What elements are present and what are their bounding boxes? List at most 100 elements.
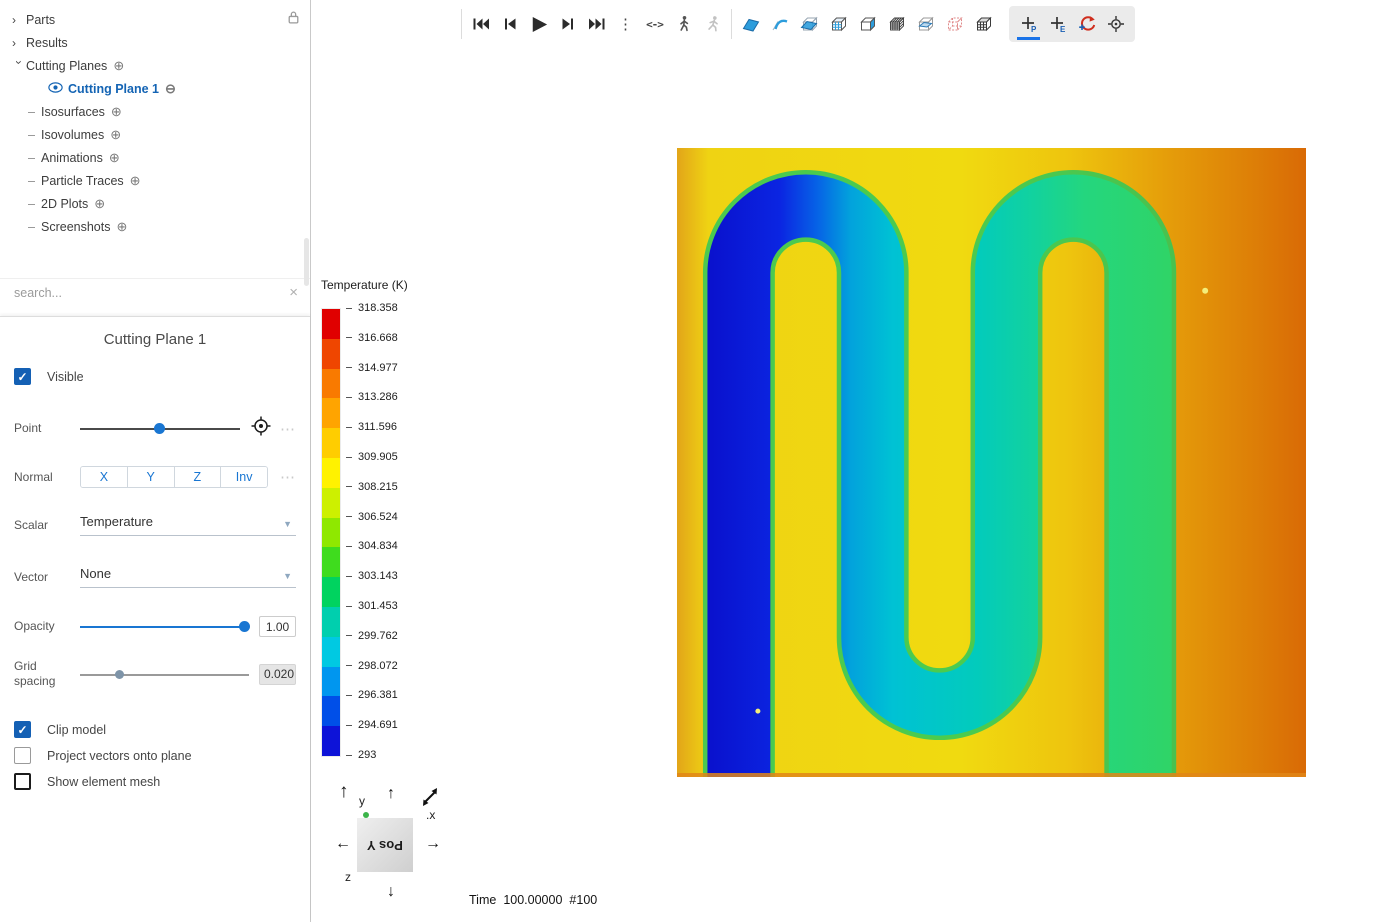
add-circle-icon[interactable]: ⊕ <box>113 58 124 74</box>
tree-item-isovolumes[interactable]: Isovolumes ⊕ <box>12 127 302 143</box>
add-circle-icon[interactable]: ⊕ <box>94 196 105 212</box>
tree-item-results[interactable]: › Results <box>12 35 302 51</box>
tree-item-label: 2D Plots <box>41 197 89 211</box>
lock-icon[interactable] <box>287 10 300 30</box>
tree-scrollbar[interactable] <box>304 238 309 286</box>
clip-model-checkbox[interactable]: ✓ <box>14 721 31 738</box>
project-vectors-checkbox[interactable] <box>14 747 31 764</box>
search-input[interactable] <box>12 284 284 301</box>
tree-item-isosurfaces[interactable]: Isosurfaces ⊕ <box>12 104 302 120</box>
tree-item-particle-traces[interactable]: Particle Traces ⊕ <box>12 173 302 189</box>
scalar-dropdown[interactable]: Temperature ▼ <box>80 514 296 536</box>
add-circle-icon[interactable]: ⊕ <box>116 219 127 235</box>
visibility-eye-icon[interactable] <box>48 82 63 96</box>
visible-checkbox[interactable]: ✓ <box>14 368 31 385</box>
render-view[interactable] <box>677 148 1306 777</box>
tree-item-2d-plots[interactable]: 2D Plots ⊕ <box>12 196 302 212</box>
scalar-label: Scalar <box>14 517 49 532</box>
add-circle-icon[interactable]: ⊕ <box>130 173 141 189</box>
clip-plane-solid-icon[interactable] <box>736 8 765 40</box>
normal-y-button[interactable]: Y <box>127 467 175 487</box>
slider-track <box>80 673 249 676</box>
skip-to-start-button[interactable] <box>466 8 495 40</box>
tree-item-cutting-plane-1[interactable]: Cutting Plane 1 ⊖ <box>12 81 302 97</box>
normal-x-button[interactable]: X <box>81 467 128 487</box>
app-window: › Parts › Results › Cutting Planes ⊕ Cut… <box>0 0 1387 922</box>
legend-tick-label: 314.977 <box>358 361 398 374</box>
step-back-button[interactable] <box>495 8 524 40</box>
tree-branch-line <box>28 134 35 136</box>
tree-item-cutting-planes[interactable]: › Cutting Planes ⊕ <box>12 58 302 74</box>
walk-mode-icon[interactable] <box>669 8 698 40</box>
slider-thumb[interactable] <box>115 669 125 679</box>
slider-thumb[interactable] <box>153 423 165 434</box>
red-wireframe-box-icon[interactable] <box>939 8 968 40</box>
clip-plane-curved-icon[interactable] <box>765 8 794 40</box>
remove-circle-icon[interactable]: ⊖ <box>165 81 176 97</box>
show-mesh-checkbox[interactable] <box>14 773 31 790</box>
legend-tick-label: 294.691 <box>358 719 398 732</box>
xml-editor-icon[interactable]: <-> <box>640 8 669 40</box>
grid-spacing-slider[interactable] <box>80 668 249 681</box>
point-more-icon[interactable]: ⋯ <box>280 420 296 438</box>
more-options-icon[interactable]: ⋮ <box>611 8 640 40</box>
panel-title: Cutting Plane 1 <box>103 331 207 348</box>
probe-element-icon[interactable]: E <box>1043 8 1072 40</box>
legend-band <box>322 517 340 548</box>
inner-plane-box-icon[interactable] <box>910 8 939 40</box>
legend-band <box>322 547 340 578</box>
legend-tick-label: 318.358 <box>358 302 398 314</box>
clear-search-icon[interactable]: × <box>289 284 298 301</box>
legend-band <box>322 636 340 667</box>
nav-cube-face[interactable]: Pos Y <box>357 818 413 872</box>
add-circle-icon[interactable]: ⊕ <box>109 150 120 166</box>
tree-item-label: Cutting Planes <box>26 59 108 73</box>
legend-band <box>322 338 340 369</box>
table-face-box-icon[interactable] <box>968 8 997 40</box>
tree-branch-line <box>28 180 35 182</box>
tree-item-parts[interactable]: › Parts <box>12 12 302 28</box>
add-circle-icon[interactable]: ⊕ <box>111 104 122 120</box>
legend-tick-label: 311.596 <box>358 421 397 434</box>
opacity-value-box[interactable]: 1.00 <box>259 616 296 637</box>
rotate-left-arrow-icon[interactable]: ← <box>335 836 351 852</box>
tree-item-label: Results <box>26 36 68 50</box>
home-view-arrow-icon[interactable]: ↑ <box>339 782 349 801</box>
rotate-down-arrow-icon[interactable]: ↓ <box>387 884 395 900</box>
grid-face-box-icon[interactable] <box>823 8 852 40</box>
slider-thumb[interactable] <box>238 621 250 632</box>
vector-value: None <box>80 566 112 581</box>
normal-inv-button[interactable]: Inv <box>221 467 267 487</box>
run-mode-icon[interactable] <box>698 8 727 40</box>
blue-face-box-icon[interactable] <box>852 8 881 40</box>
clear-probes-icon[interactable] <box>1072 8 1101 40</box>
vector-dropdown[interactable]: None ▼ <box>80 566 296 588</box>
tree-item-label: Animations <box>41 151 103 165</box>
skip-to-end-button[interactable] <box>582 8 611 40</box>
legend-tick-label: 303.143 <box>358 570 398 583</box>
normal-z-button[interactable]: Z <box>174 467 222 487</box>
legend-band <box>322 368 340 399</box>
step-forward-button[interactable] <box>553 8 582 40</box>
normal-more-icon[interactable]: ⋯ <box>280 468 296 486</box>
chevron-down-icon[interactable]: › <box>12 60 26 74</box>
grid-spacing-value-box[interactable]: 0.020 <box>259 663 296 685</box>
tree-item-screenshots[interactable]: Screenshots ⊕ <box>12 219 302 235</box>
tree-branch-line <box>28 111 35 113</box>
pick-point-icon[interactable] <box>250 415 272 442</box>
legend-tick-label: 316.668 <box>358 331 398 344</box>
chevron-right-icon[interactable]: › <box>12 13 26 27</box>
rotate-up-arrow-icon[interactable]: ↑ <box>387 786 395 802</box>
play-button[interactable] <box>524 8 553 40</box>
plane-in-box-icon[interactable] <box>794 8 823 40</box>
opacity-slider[interactable] <box>80 620 250 633</box>
rotate-right-arrow-icon[interactable]: → <box>425 836 441 852</box>
probe-point-icon[interactable]: P <box>1014 8 1043 40</box>
add-circle-icon[interactable]: ⊕ <box>110 127 121 143</box>
chevron-right-icon[interactable]: › <box>12 36 26 50</box>
dense-grid-box-icon[interactable] <box>881 8 910 40</box>
legend-band <box>322 428 340 458</box>
point-slider[interactable] <box>80 422 240 435</box>
tree-item-animations[interactable]: Animations ⊕ <box>12 150 302 166</box>
center-probe-icon[interactable] <box>1101 8 1130 40</box>
